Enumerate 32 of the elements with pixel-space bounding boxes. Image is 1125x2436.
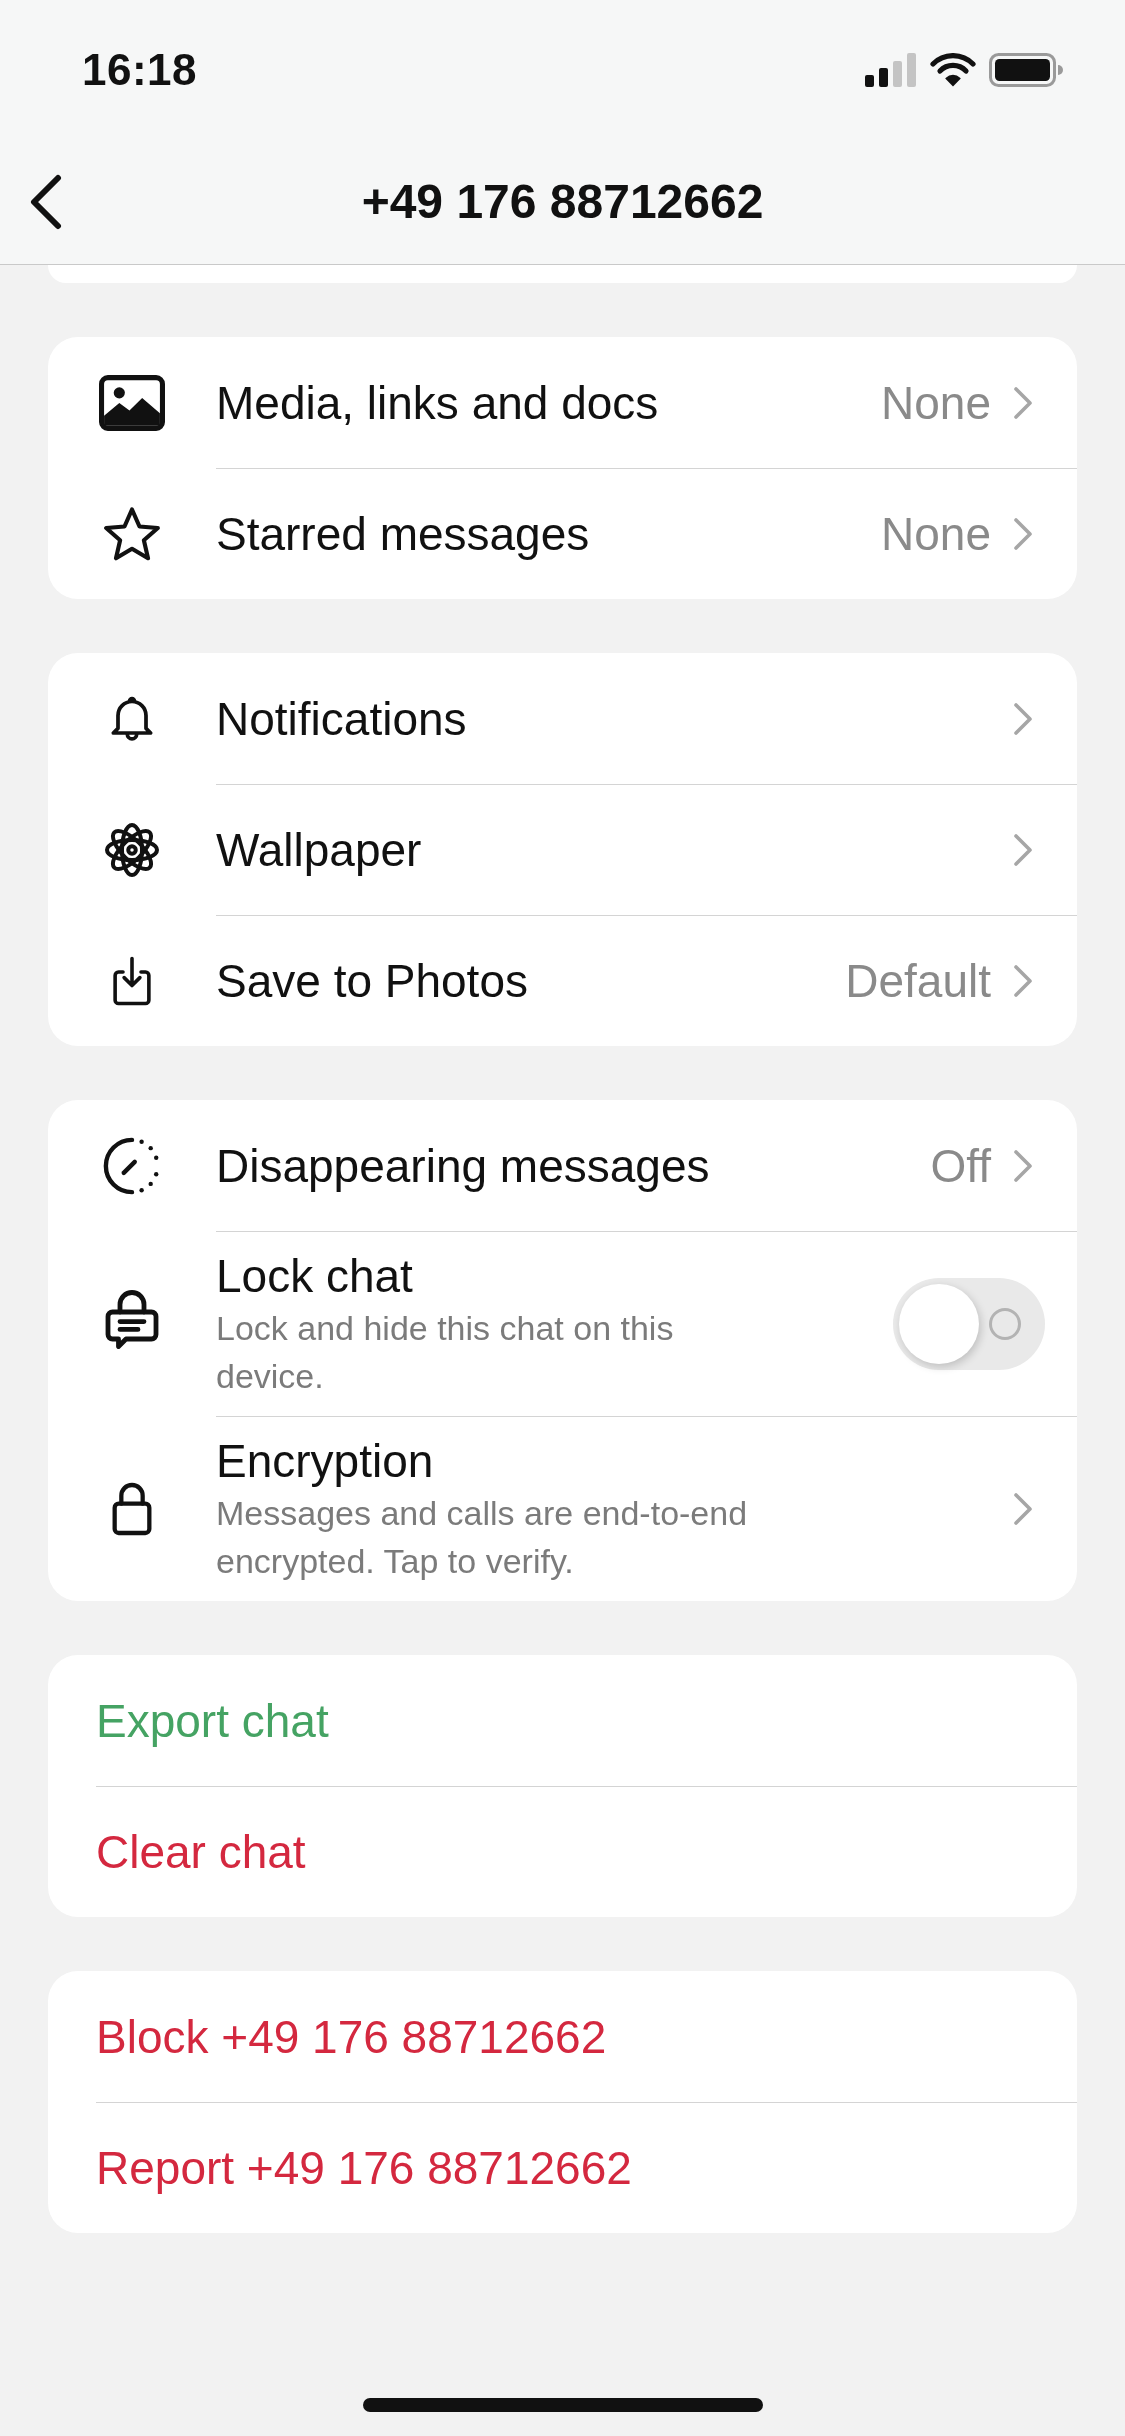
row-label[interactable]: Starred messages	[216, 506, 882, 562]
chevron-icon	[1013, 1492, 1033, 1526]
row-label[interactable]: Save to Photos	[216, 953, 846, 1009]
row-label[interactable]: Disappearing messages	[216, 1137, 931, 1194]
image-icon	[99, 374, 165, 431]
back-icon	[30, 174, 62, 230]
signal-icon	[865, 53, 917, 87]
row-value: Default	[845, 954, 991, 1008]
row-subtitle: Lock and hide this chat on this device.	[216, 1308, 675, 1397]
action-link[interactable]: Clear chat	[96, 1824, 306, 1880]
chevron-icon	[1013, 701, 1033, 736]
wifi-icon	[929, 53, 977, 87]
chevron-icon	[1013, 964, 1033, 998]
row-value: None	[881, 507, 991, 561]
action-link[interactable]: Report +49 176 88712662	[96, 2140, 632, 2196]
lock-icon	[110, 1480, 154, 1537]
row-label[interactable]: Encryption	[216, 1433, 1013, 1489]
battery-icon	[989, 53, 1063, 87]
contact-title: +49 176 88712662	[361, 173, 764, 230]
chevron-icon	[1013, 517, 1033, 551]
status-time: 16:18	[82, 45, 198, 95]
action-link[interactable]: Block +49 176 88712662	[96, 2008, 607, 2065]
row-value: Off	[930, 1138, 991, 1193]
row-label[interactable]: Wallpaper	[216, 822, 1013, 878]
row-label[interactable]: Media, links and docs	[216, 374, 882, 431]
row-label[interactable]: Notifications	[216, 690, 1013, 747]
row-subtitle: Messages and calls are end-to-end encrypted. Tap to verify.	[216, 1493, 749, 1582]
row-label[interactable]: Lock chat	[216, 1248, 893, 1304]
chevron-icon	[1013, 1148, 1033, 1183]
chevron-icon	[1013, 833, 1033, 867]
row-value: None	[881, 375, 991, 430]
chevron-icon	[1013, 385, 1033, 420]
